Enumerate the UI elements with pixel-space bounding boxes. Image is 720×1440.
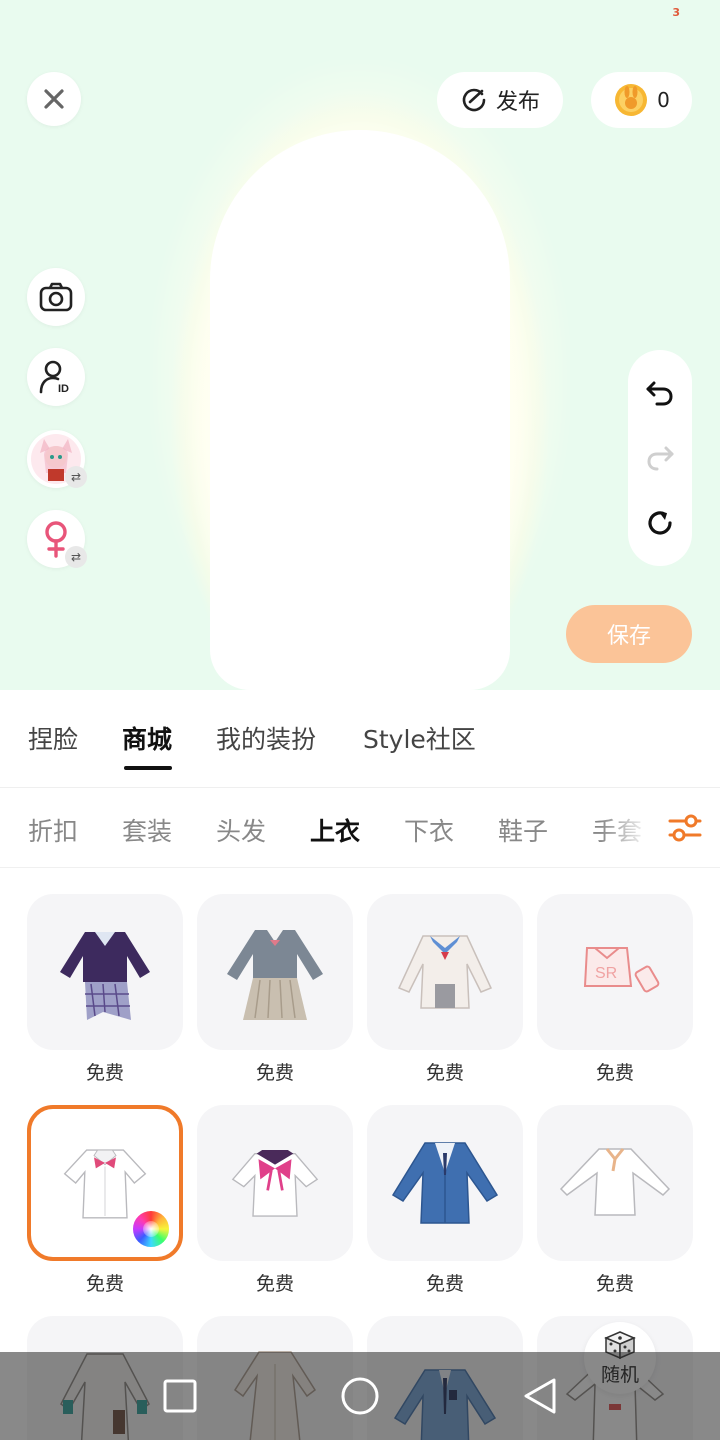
tab-style-community[interactable]: Style社区 xyxy=(363,720,476,756)
gender-switch-button[interactable]: ⇄ xyxy=(27,510,87,568)
gray-school-uniform-image xyxy=(227,930,323,1020)
item-thumbnail xyxy=(27,1105,183,1261)
tab-shop[interactable]: 商城 xyxy=(122,720,172,756)
publish-icon xyxy=(462,88,486,112)
camera-button[interactable] xyxy=(27,268,85,326)
item-thumbnail: SR xyxy=(537,894,693,1050)
save-button[interactable]: 保存 xyxy=(566,605,692,663)
filter-icon xyxy=(668,814,702,842)
purple-plaid-outfit-image xyxy=(60,932,150,1020)
item-price: 免费 xyxy=(425,1273,464,1295)
tab-face[interactable]: 捏脸 xyxy=(28,720,78,756)
item-thumbnail xyxy=(197,1105,353,1261)
back-triangle-icon xyxy=(524,1378,556,1414)
home-button[interactable] xyxy=(340,1376,380,1416)
active-tab-indicator xyxy=(124,766,172,770)
swap-icon: ⇄ xyxy=(65,466,87,488)
svg-text:ID: ID xyxy=(58,383,69,395)
svg-text:SR: SR xyxy=(595,965,617,982)
item-thumbnail xyxy=(197,894,353,1050)
avatar-silhouette xyxy=(210,130,510,690)
item-card[interactable]: SR 免费 xyxy=(537,894,693,1085)
user-id-icon: ID xyxy=(39,360,69,395)
item-thumbnail xyxy=(537,1105,693,1261)
item-thumbnail xyxy=(367,1105,523,1261)
item-price: 免费 xyxy=(255,1062,294,1084)
item-card[interactable]: 免费 xyxy=(27,894,183,1085)
recents-button[interactable] xyxy=(162,1378,198,1414)
item-thumbnail xyxy=(27,894,183,1050)
color-picker-icon[interactable] xyxy=(131,1209,171,1249)
item-price: 免费 xyxy=(85,1273,124,1295)
category-shoes[interactable]: 鞋子 xyxy=(498,812,548,848)
white-sailor-jacket-image xyxy=(397,935,493,1009)
system-nav-bar xyxy=(0,1352,720,1440)
coin-balance[interactable]: 0 xyxy=(591,72,692,128)
character-switch-button[interactable]: ⇄ xyxy=(27,430,87,488)
item-card[interactable]: 免费 xyxy=(197,894,353,1085)
publish-label: 发布 xyxy=(495,90,540,115)
category-hair[interactable]: 头发 xyxy=(216,812,266,848)
item-price: 免费 xyxy=(595,1062,634,1084)
category-fade xyxy=(600,788,650,867)
circle-icon xyxy=(341,1377,379,1415)
coin-count: 0 xyxy=(657,88,670,112)
redo-button[interactable] xyxy=(640,438,680,478)
pink-crop-top-image: SR xyxy=(583,947,660,993)
close-icon xyxy=(44,89,64,109)
main-tab-bar: 捏脸 商城 我的装扮 Style社区 xyxy=(0,690,720,788)
reset-icon xyxy=(648,511,672,535)
item-card[interactable]: 免费 xyxy=(367,894,523,1085)
category-sets[interactable]: 套装 xyxy=(122,812,172,848)
item-card[interactable]: 免费 xyxy=(367,1105,523,1296)
category-tops[interactable]: 上衣 xyxy=(310,812,360,848)
item-price: 免费 xyxy=(255,1273,294,1295)
tab-my-outfits[interactable]: 我的装扮 xyxy=(216,720,316,756)
back-button[interactable] xyxy=(522,1378,558,1414)
avatar-id-button[interactable]: ID xyxy=(27,348,85,406)
category-discount[interactable]: 折扣 xyxy=(28,812,78,848)
sailor-bow-shirt-image xyxy=(231,1150,319,1217)
item-price: 免费 xyxy=(425,1062,464,1084)
item-price: 免费 xyxy=(595,1273,634,1295)
camera-icon xyxy=(39,282,73,312)
item-thumbnail xyxy=(367,894,523,1050)
white-long-sleeve-image xyxy=(559,1148,671,1216)
swap-icon: ⇄ xyxy=(65,546,87,568)
history-panel xyxy=(628,350,692,566)
publish-button[interactable]: 发布 xyxy=(437,72,563,128)
undo-icon xyxy=(646,381,673,406)
close-button[interactable] xyxy=(27,72,81,126)
item-price: 免费 xyxy=(85,1062,124,1084)
square-icon xyxy=(163,1379,197,1413)
undo-button[interactable] xyxy=(640,373,680,413)
filter-button[interactable] xyxy=(650,788,720,867)
reset-button[interactable] xyxy=(640,503,680,543)
item-card-selected[interactable]: 免费 xyxy=(27,1105,183,1296)
status-badge: 3 xyxy=(672,6,680,19)
redo-icon xyxy=(647,446,674,471)
blue-blazer-image xyxy=(391,1142,499,1224)
coin-icon xyxy=(615,84,648,116)
item-card[interactable]: 免费 xyxy=(537,1105,693,1296)
item-card[interactable]: 免费 xyxy=(197,1105,353,1296)
category-bottoms[interactable]: 下衣 xyxy=(404,812,454,848)
category-tab-bar: 折扣 套装 头发 上衣 下衣 鞋子 手套 xyxy=(0,788,720,868)
